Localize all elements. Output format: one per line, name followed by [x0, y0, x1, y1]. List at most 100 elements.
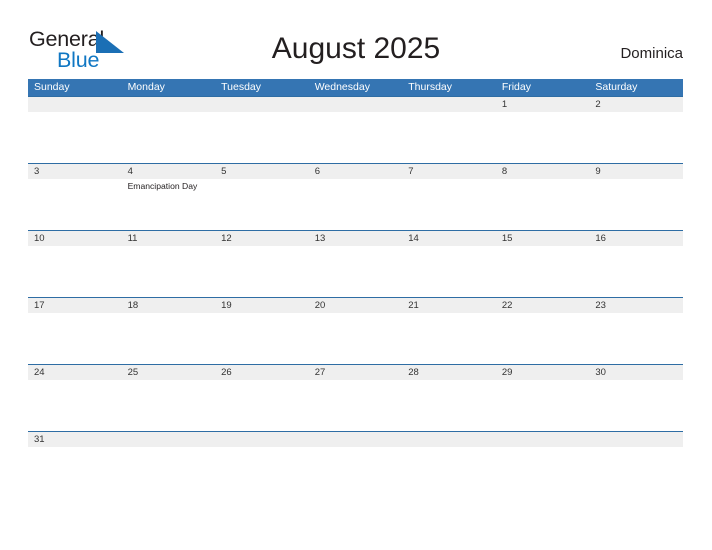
week-event-band: Emancipation Day	[28, 179, 683, 192]
day-event-empty	[589, 313, 683, 315]
day-number[interactable]: 18	[122, 298, 216, 313]
weekday-header-saturday: Saturday	[595, 81, 638, 93]
day-event-empty	[496, 447, 590, 449]
day-number[interactable]: 26	[215, 365, 309, 380]
calendar-weeks: 1 2 3 4 5 6 7 8 9 Emancipation Day 10 11 12 13 14 15 16 1…	[28, 96, 683, 477]
day-number-empty	[309, 97, 403, 112]
day-number-empty	[215, 97, 309, 112]
day-number[interactable]: 1	[496, 97, 590, 112]
weekday-header-thursday: Thursday	[408, 81, 453, 93]
day-event-empty	[28, 112, 122, 114]
day-number[interactable]: 22	[496, 298, 590, 313]
day-number-empty	[496, 432, 590, 447]
day-event-empty	[402, 112, 496, 114]
day-number-empty	[402, 97, 496, 112]
day-event-empty	[215, 112, 309, 114]
day-number[interactable]: 28	[402, 365, 496, 380]
day-event-label[interactable]: Emancipation Day	[122, 179, 216, 192]
weekday-header-tuesday: Tuesday	[221, 81, 262, 93]
day-number[interactable]: 31	[28, 432, 122, 447]
week-date-band: 24 25 26 27 28 29 30	[28, 365, 683, 380]
day-number[interactable]: 10	[28, 231, 122, 246]
day-number[interactable]: 17	[28, 298, 122, 313]
day-number-empty	[589, 432, 683, 447]
weekday-header-monday: Monday	[127, 81, 165, 93]
day-event-empty	[122, 447, 216, 449]
day-number[interactable]: 7	[402, 164, 496, 179]
day-number[interactable]: 24	[28, 365, 122, 380]
day-event-empty	[215, 179, 309, 192]
week-date-band: 10 11 12 13 14 15 16	[28, 231, 683, 246]
day-event-empty	[589, 246, 683, 248]
day-number-empty	[309, 432, 403, 447]
day-event-empty	[309, 112, 403, 114]
day-event-empty	[402, 179, 496, 192]
day-number[interactable]: 20	[309, 298, 403, 313]
day-number[interactable]: 30	[589, 365, 683, 380]
page-header: General Blue August 2025 Dominica	[0, 0, 712, 78]
day-number-empty	[402, 432, 496, 447]
day-number[interactable]: 16	[589, 231, 683, 246]
day-number[interactable]: 11	[122, 231, 216, 246]
day-event-empty	[496, 380, 590, 382]
day-event-empty	[589, 112, 683, 114]
page-title: August 2025	[271, 32, 441, 65]
day-number[interactable]: 29	[496, 365, 590, 380]
day-event-empty	[496, 112, 590, 114]
day-number[interactable]: 9	[589, 164, 683, 179]
day-event-empty	[122, 112, 216, 114]
day-number[interactable]: 3	[28, 164, 122, 179]
day-event-empty	[309, 380, 403, 382]
day-number[interactable]: 2	[589, 97, 683, 112]
day-event-empty	[28, 380, 122, 382]
day-event-empty	[28, 246, 122, 248]
calendar-week-row: 10 11 12 13 14 15 16	[28, 230, 683, 297]
day-event-empty	[215, 246, 309, 248]
day-number[interactable]: 21	[402, 298, 496, 313]
day-number[interactable]: 14	[402, 231, 496, 246]
week-event-band	[28, 447, 683, 449]
day-event-empty	[215, 313, 309, 315]
weekday-header-sunday: Sunday	[34, 81, 70, 93]
day-number[interactable]: 8	[496, 164, 590, 179]
day-event-empty	[589, 380, 683, 382]
day-number[interactable]: 19	[215, 298, 309, 313]
day-event-empty	[496, 179, 590, 192]
day-event-empty	[122, 246, 216, 248]
day-event-empty	[309, 313, 403, 315]
day-number-empty	[28, 97, 122, 112]
week-date-band: 31	[28, 432, 683, 447]
week-event-band	[28, 380, 683, 382]
week-date-band: 17 18 19 20 21 22 23	[28, 298, 683, 313]
day-event-empty	[28, 447, 122, 449]
region-label: Dominica	[620, 45, 683, 62]
day-number[interactable]: 4	[122, 164, 216, 179]
week-event-band	[28, 112, 683, 114]
day-number[interactable]: 15	[496, 231, 590, 246]
day-event-empty	[28, 179, 122, 192]
day-number[interactable]: 25	[122, 365, 216, 380]
day-number-empty	[215, 432, 309, 447]
day-event-empty	[122, 313, 216, 315]
day-number-empty	[122, 97, 216, 112]
day-event-empty	[309, 246, 403, 248]
day-event-empty	[309, 179, 403, 192]
calendar-week-row: 17 18 19 20 21 22 23	[28, 297, 683, 364]
day-event-empty	[589, 447, 683, 449]
day-event-empty	[309, 447, 403, 449]
day-event-empty	[496, 313, 590, 315]
weekday-header-row: Sunday Monday Tuesday Wednesday Thursday…	[28, 79, 683, 96]
day-number[interactable]: 6	[309, 164, 403, 179]
day-number[interactable]: 13	[309, 231, 403, 246]
week-date-band: 12	[28, 97, 683, 112]
day-number[interactable]: 12	[215, 231, 309, 246]
day-event-empty	[215, 447, 309, 449]
calendar-grid: Sunday Monday Tuesday Wednesday Thursday…	[28, 79, 683, 477]
week-event-band	[28, 313, 683, 315]
day-number[interactable]: 5	[215, 164, 309, 179]
day-number[interactable]: 23	[589, 298, 683, 313]
week-event-band	[28, 246, 683, 248]
day-event-empty	[402, 447, 496, 449]
day-number[interactable]: 27	[309, 365, 403, 380]
day-event-empty	[28, 313, 122, 315]
